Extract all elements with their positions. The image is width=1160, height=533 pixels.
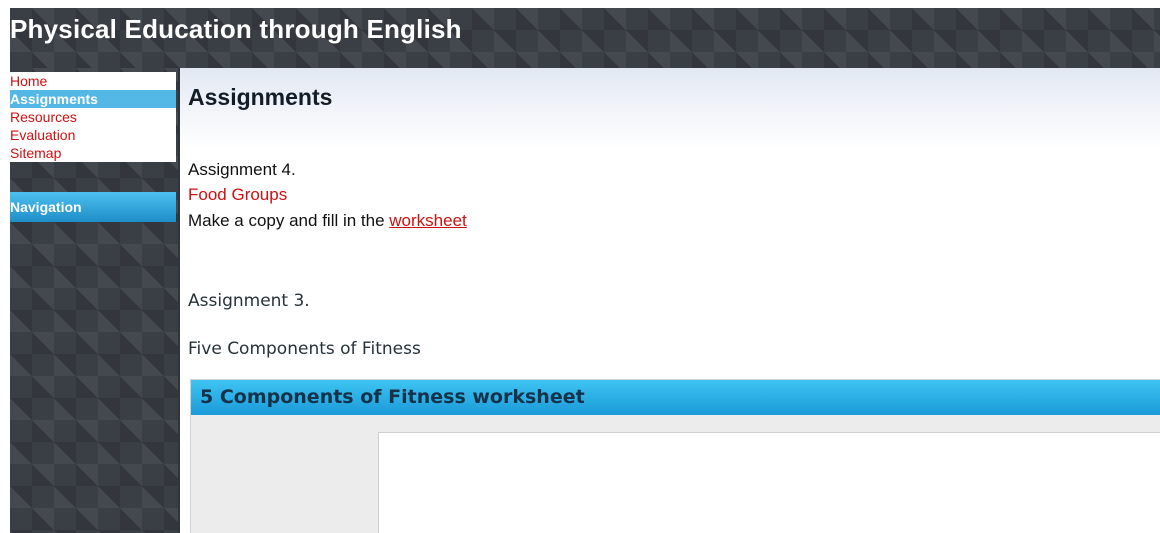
- assignment-4-heading: Assignment 4.: [188, 160, 296, 179]
- assignment-3-heading: Assignment 3.: [188, 291, 310, 311]
- page-title: Assignments: [188, 84, 333, 110]
- sidebar-item-home[interactable]: Home: [10, 72, 176, 90]
- sidebar-item-assignments[interactable]: Assignments: [10, 90, 176, 108]
- site-header: Physical Education through English: [10, 8, 1160, 68]
- assignment-4-topic: Food Groups: [188, 185, 288, 204]
- embedded-document-panel: 5 Components of Fitness worksheet: [190, 379, 1160, 533]
- sidebar-menu: Home Assignments Resources Evaluation Si…: [10, 72, 176, 162]
- assignment-4-instruction: Make a copy and fill in the worksheet: [188, 211, 467, 231]
- sidebar-item-sitemap[interactable]: Sitemap: [10, 144, 176, 162]
- sidebar-item-resources[interactable]: Resources: [10, 108, 176, 126]
- site-title: Physical Education through English: [10, 14, 462, 44]
- sidebar-item-evaluation[interactable]: Evaluation: [10, 126, 176, 144]
- main-content: Assignments Assignment 4. Food Groups Ma…: [178, 68, 1160, 533]
- navigation-heading: Navigation: [10, 192, 176, 222]
- embedded-document-title-bar: 5 Components of Fitness worksheet: [191, 380, 1160, 415]
- embedded-document-frame[interactable]: [378, 432, 1160, 533]
- assignment-3-topic: Five Components of Fitness: [188, 339, 421, 359]
- sidebar: Home Assignments Resources Evaluation Si…: [10, 68, 178, 533]
- embedded-document-title[interactable]: 5 Components of Fitness worksheet: [200, 386, 585, 408]
- assignment-4-instruction-text: Make a copy and fill in the: [188, 211, 390, 230]
- worksheet-link[interactable]: worksheet: [389, 211, 466, 230]
